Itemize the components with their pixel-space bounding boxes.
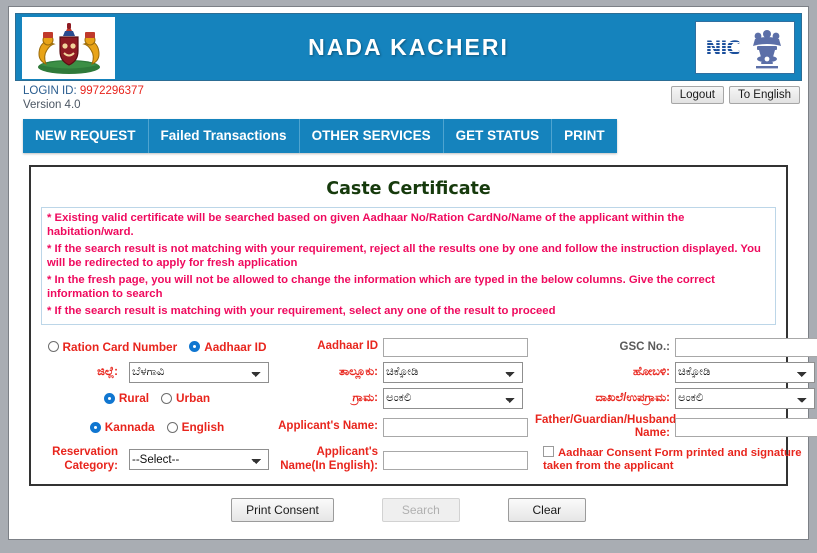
village-select[interactable]: ಅಂಕಲಿ [383, 387, 523, 409]
language-radio-group: Kannada English [41, 420, 273, 434]
login-id-value: 9972296377 [79, 85, 144, 97]
search-button: Search [381, 498, 460, 523]
main-navigation: NEW REQUEST Failed Transactions OTHER SE… [23, 119, 617, 153]
radio-label: Rural [118, 391, 150, 405]
nic-wordmark: NIC [705, 36, 740, 59]
radio-kannada[interactable]: Kannada [89, 420, 155, 435]
radio-icon [161, 392, 173, 404]
radio-urban[interactable]: Urban [161, 391, 210, 405]
gsc-no-cell [675, 337, 817, 357]
radio-ration-card-number[interactable]: Ration Card Number [47, 339, 178, 354]
tab-new-request[interactable]: NEW REQUEST [23, 119, 149, 153]
area-type-radio-group: Rural Urban [41, 391, 273, 405]
instruction-line: * In the fresh page, you will not be all… [47, 274, 715, 300]
card-title: Caste Certificate [326, 179, 491, 199]
father-name-cell [675, 417, 817, 437]
tab-print[interactable]: PRINT [552, 119, 617, 153]
radio-english[interactable]: English [166, 420, 225, 435]
caste-certificate-card: Caste Certificate * Existing valid certi… [29, 165, 817, 487]
page-content: NADA KACHERI NIC LOGIN ID: 9972296377 Ve… [8, 6, 817, 540]
aadhaar-id-label: Aadhaar ID [317, 339, 378, 352]
applicant-name-cell [383, 417, 535, 437]
hamlet-label: ದಾಖಲೆ/ಉಪಗ್ರಾಮ: [595, 391, 670, 404]
applicant-name-english-input[interactable] [383, 450, 528, 470]
page-root: NADA KACHERI NIC LOGIN ID: 9972296377 Ve… [0, 0, 817, 553]
aadhaar-id-cell [383, 337, 535, 357]
search-form: Ration Card Number Aadhaar ID Aadhaar ID… [41, 331, 817, 474]
instruction-line: * Existing valid certificate will be sea… [47, 212, 685, 238]
print-consent-button[interactable]: Print Consent [231, 498, 334, 523]
top-action-buttons: Logout To English [670, 86, 800, 104]
tab-other-services[interactable]: OTHER SERVICES [299, 119, 444, 153]
radio-label: Kannada [104, 420, 155, 435]
village-cell: ಅಂಕಲಿ [383, 387, 535, 409]
to-english-button[interactable]: To English [728, 86, 800, 104]
radio-label: Urban [176, 391, 211, 405]
login-id-label: LOGIN ID: [23, 85, 77, 97]
ashoka-emblem-icon [753, 29, 782, 68]
radio-icon-selected [89, 421, 101, 433]
applicant-name-english-label: Applicant's Name(In English): [280, 446, 378, 472]
father-name-input[interactable] [675, 417, 817, 437]
gsc-no-label: GSC No.: [619, 340, 670, 353]
form-action-buttons: Print Consent Search Clear [9, 498, 808, 523]
district-field: ಜಿಲ್ಲೆ: ಬೆಳಗಾವಿ [41, 361, 273, 383]
radio-icon-selected [189, 341, 201, 353]
reservation-category-label: Reservation Category: [52, 446, 118, 472]
checkbox-icon[interactable] [543, 445, 554, 457]
logout-button[interactable]: Logout [670, 86, 724, 104]
father-name-label: Father/Guardian/Husband Name: [535, 413, 677, 440]
radio-label: Aadhaar ID [204, 339, 267, 354]
hamlet-select[interactable]: ಅಂಕಲಿ [675, 387, 815, 409]
radio-label: English [181, 420, 225, 435]
radio-icon [47, 341, 59, 353]
hamlet-cell: ಅಂಕಲಿ [675, 387, 815, 409]
radio-rural[interactable]: Rural [103, 391, 150, 405]
village-label: ಗ್ರಾಮ: [352, 391, 378, 404]
hobli-select[interactable]: ಚಿಕ್ಕೋಡಿ [675, 361, 815, 383]
aadhaar-consent-label: Aadhaar Consent Form printed and signatu… [543, 446, 802, 473]
instruction-line: * If the search result is not matching w… [47, 243, 761, 269]
hobli-label: ಹೋಬಳಿ: [633, 365, 670, 378]
aadhaar-id-input[interactable] [383, 337, 528, 357]
district-label: ಜಿಲ್ಲೆ: [97, 365, 118, 378]
instruction-line: * If the search result is matching with … [47, 305, 556, 317]
aadhaar-consent-checkbox-row[interactable]: Aadhaar Consent Form printed and signatu… [535, 445, 807, 475]
taluk-cell: ಚಿಕ್ಕೋಡಿ [383, 361, 535, 383]
hobli-cell: ಚಿಕ್ಕೋಡಿ [675, 361, 815, 383]
login-bar: LOGIN ID: 9972296377 Version 4.0 Logout … [9, 81, 808, 117]
radio-icon-selected [103, 392, 115, 404]
gsc-no-input[interactable] [675, 337, 817, 357]
taluk-label: ತಾಲ್ಲೂಕು: [339, 365, 378, 378]
id-type-radio-group: Ration Card Number Aadhaar ID [41, 340, 273, 354]
reservation-category-field: Reservation Category: --Select-- [41, 446, 273, 473]
radio-icon [166, 421, 178, 433]
taluk-select[interactable]: ಚಿಕ್ಕೋಡಿ [383, 361, 523, 383]
nic-logo: NIC [695, 21, 795, 74]
tab-get-status[interactable]: GET STATUS [443, 119, 553, 153]
applicant-name-english-cell [383, 450, 535, 470]
tab-failed-transactions[interactable]: Failed Transactions [148, 119, 300, 153]
radio-label: Ration Card Number [62, 339, 178, 354]
reservation-category-select[interactable]: --Select-- [129, 449, 269, 471]
site-header-banner: NADA KACHERI NIC [15, 13, 802, 81]
instructions-panel: * Existing valid certificate will be sea… [41, 207, 776, 325]
applicant-name-input[interactable] [383, 417, 528, 437]
radio-aadhaar-id[interactable]: Aadhaar ID [189, 340, 266, 354]
page-title: NADA KACHERI [308, 33, 509, 60]
clear-button[interactable]: Clear [507, 498, 586, 523]
district-select[interactable]: ಬೆಳಗಾವಿ [129, 361, 269, 383]
applicant-name-label: Applicant's Name: [278, 420, 378, 433]
